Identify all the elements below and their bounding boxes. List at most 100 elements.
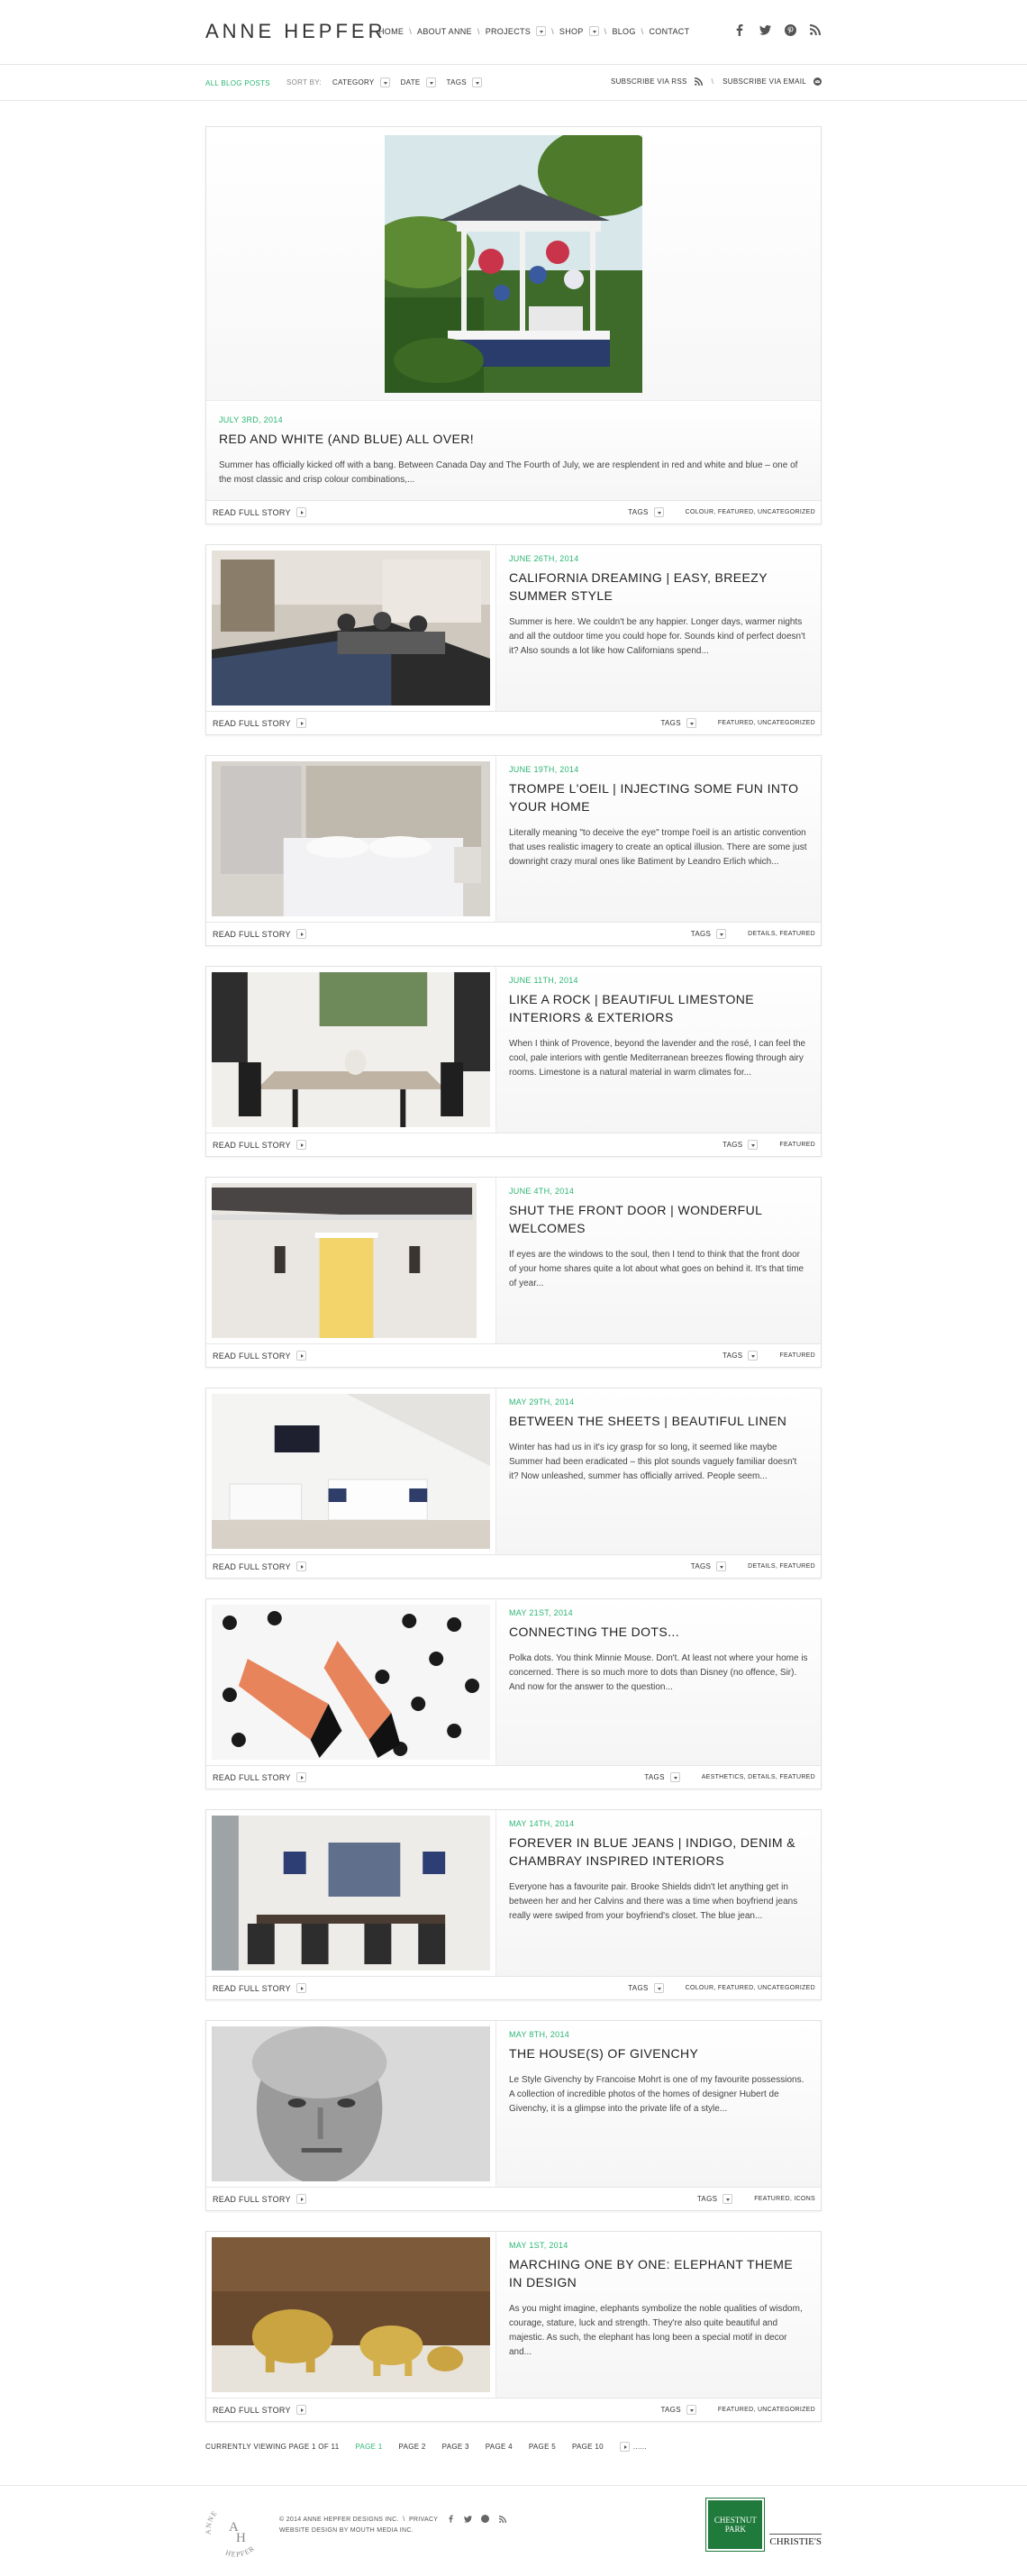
- post-title[interactable]: FOREVER IN BLUE JEANS | INDIGO, DENIM & …: [509, 1834, 808, 1870]
- nav-contact[interactable]: CONTACT: [649, 27, 689, 36]
- chevron-down-icon[interactable]: [425, 77, 436, 87]
- post-thumbnail[interactable]: [206, 1178, 496, 1343]
- tags-toggle[interactable]: TAGS: [723, 1140, 759, 1150]
- sort-tags[interactable]: TAGS: [447, 77, 482, 87]
- sort-date[interactable]: DATE: [401, 77, 436, 87]
- tags-toggle[interactable]: TAGS: [644, 1772, 680, 1782]
- post-title[interactable]: RED AND WHITE (AND BLUE) ALL OVER!: [219, 430, 808, 448]
- read-full-story-link[interactable]: READ FULL STORY: [213, 2405, 306, 2415]
- post-thumbnail[interactable]: [206, 1599, 496, 1765]
- sort-category[interactable]: CATEGORY: [332, 77, 390, 87]
- tags-label: TAGS: [690, 1562, 712, 1570]
- chevron-right-icon: [295, 1351, 306, 1361]
- read-full-story-link[interactable]: READ FULL STORY: [213, 1983, 306, 1993]
- read-full-story-link[interactable]: READ FULL STORY: [213, 1140, 306, 1150]
- chevron-right-icon: [295, 1140, 306, 1150]
- post-thumbnail[interactable]: [206, 2021, 496, 2187]
- post-categories[interactable]: AESTHETICS, DETAILS, FEATURED: [702, 1774, 815, 1780]
- post-title[interactable]: CALIFORNIA DREAMING | EASY, BREEZY SUMME…: [509, 569, 808, 605]
- pinterest-icon[interactable]: [481, 2515, 489, 2523]
- facebook-icon[interactable]: [733, 23, 746, 36]
- twitter-icon[interactable]: [759, 23, 771, 36]
- tags-toggle[interactable]: TAGS: [697, 2194, 733, 2204]
- chevron-down-icon[interactable]: [588, 26, 599, 36]
- post-categories[interactable]: FEATURED, UNCATEGORIZED: [718, 2407, 815, 2413]
- post-categories[interactable]: FEATURED, ICONS: [754, 2196, 815, 2202]
- gazebo-image[interactable]: [385, 134, 642, 393]
- post-meta: TAGS DETAILS, FEATURED: [691, 929, 815, 939]
- post-categories[interactable]: FEATURED: [779, 1352, 815, 1359]
- tags-toggle[interactable]: TAGS: [628, 507, 664, 517]
- post-categories[interactable]: FEATURED: [779, 1142, 815, 1148]
- post-thumbnail[interactable]: [206, 1388, 496, 1554]
- post-thumbnail[interactable]: [206, 1810, 496, 1976]
- read-full-story-link[interactable]: READ FULL STORY: [213, 1772, 306, 1782]
- chevron-down-icon[interactable]: [379, 77, 390, 87]
- subscribe-rss-link[interactable]: SUBSCRIBE VIA RSS: [611, 77, 703, 86]
- facebook-icon[interactable]: [447, 2515, 455, 2523]
- post-thumbnail[interactable]: [206, 545, 496, 711]
- post-title[interactable]: TROMPE L'OEIL | INJECTING SOME FUN INTO …: [509, 779, 808, 815]
- all-blog-posts-link[interactable]: ALL BLOG POSTS: [205, 79, 270, 87]
- tags-toggle[interactable]: TAGS: [660, 718, 696, 728]
- nav-blog[interactable]: BLOG: [612, 27, 635, 36]
- bedroom-image: [212, 761, 490, 916]
- christies-logo[interactable]: CHRISTIE'S: [769, 2534, 822, 2547]
- nav-about-anne[interactable]: ABOUT ANNE: [417, 27, 472, 36]
- pinterest-icon[interactable]: [784, 23, 796, 36]
- post-categories[interactable]: DETAILS, FEATURED: [748, 931, 815, 937]
- post-thumbnail[interactable]: [206, 967, 496, 1133]
- footer-logo[interactable]: ANNE A H HEPFER: [204, 2491, 267, 2562]
- tags-toggle[interactable]: TAGS: [723, 1351, 759, 1361]
- post-title[interactable]: SHUT THE FRONT DOOR | WONDERFUL WELCOMES: [509, 1201, 808, 1237]
- page-link[interactable]: PAGE 1: [355, 2443, 382, 2451]
- privacy-link[interactable]: PRIVACY: [409, 2517, 438, 2523]
- post-title[interactable]: LIKE A ROCK | BEAUTIFUL LIMESTONE INTERI…: [509, 990, 808, 1026]
- chevron-down-icon[interactable]: [471, 77, 482, 87]
- nav-projects[interactable]: PROJECTS: [486, 26, 547, 36]
- nav-shop[interactable]: SHOP: [559, 26, 599, 36]
- post-categories[interactable]: FEATURED, UNCATEGORIZED: [718, 720, 815, 726]
- read-full-story-link[interactable]: READ FULL STORY: [213, 1561, 306, 1571]
- tags-toggle[interactable]: TAGS: [660, 2405, 696, 2415]
- rss-icon[interactable]: [809, 23, 822, 36]
- post-image-container: [206, 127, 821, 401]
- post-categories[interactable]: COLOUR, FEATURED, UNCATEGORIZED: [686, 509, 815, 515]
- read-full-story-link[interactable]: READ FULL STORY: [213, 1351, 306, 1361]
- tags-toggle[interactable]: TAGS: [691, 929, 727, 939]
- read-more-label: READ FULL STORY: [213, 2405, 291, 2415]
- site-logo[interactable]: ANNE HEPFER: [205, 20, 386, 43]
- post-title[interactable]: BETWEEN THE SHEETS | BEAUTIFUL LINEN: [509, 1412, 808, 1430]
- chestnut-park-line2: PARK: [724, 2525, 746, 2534]
- post-footer: READ FULL STORY TAGS FEATURED, UNCATEGOR…: [206, 2398, 821, 2421]
- twitter-icon[interactable]: [464, 2515, 472, 2523]
- post-categories[interactable]: DETAILS, FEATURED: [748, 1563, 815, 1570]
- chestnut-park-logo[interactable]: CHESTNUT PARK: [705, 2498, 766, 2552]
- post-thumbnail[interactable]: [206, 756, 496, 922]
- read-full-story-link[interactable]: READ FULL STORY: [213, 929, 306, 939]
- page-link[interactable]: PAGE 3: [442, 2443, 469, 2451]
- read-full-story-link[interactable]: READ FULL STORY: [213, 718, 306, 728]
- post-title[interactable]: MARCHING ONE BY ONE: ELEPHANT THEME IN D…: [509, 2255, 808, 2291]
- subscribe-email-link[interactable]: SUBSCRIBE VIA EMAIL: [723, 77, 822, 86]
- nav-home[interactable]: HOME: [378, 27, 404, 36]
- footer-text: © 2014 ANNE HEPFER DESIGNS INC. \ PRIVAC…: [279, 2515, 438, 2536]
- page-link[interactable]: PAGE 4: [486, 2443, 513, 2451]
- post-meta: TAGS FEATURED, ICONS: [697, 2194, 815, 2204]
- page-link[interactable]: PAGE 5: [529, 2443, 556, 2451]
- read-full-story-link[interactable]: READ FULL STORY: [213, 507, 306, 517]
- design-credit[interactable]: WEBSITE DESIGN BY MOUTH MEDIA INC.: [279, 2526, 438, 2536]
- page-link[interactable]: PAGE 10: [572, 2443, 604, 2451]
- next-pages-button[interactable]: ......: [619, 2442, 647, 2452]
- chevron-down-icon[interactable]: [536, 26, 547, 36]
- read-more-label: READ FULL STORY: [213, 718, 291, 728]
- post-title[interactable]: CONNECTING THE DOTS...: [509, 1623, 808, 1641]
- page-link[interactable]: PAGE 2: [399, 2443, 426, 2451]
- post-categories[interactable]: COLOUR, FEATURED, UNCATEGORIZED: [686, 1985, 815, 1991]
- read-full-story-link[interactable]: READ FULL STORY: [213, 2194, 306, 2204]
- rss-icon[interactable]: [498, 2515, 506, 2523]
- post-thumbnail[interactable]: [206, 2232, 496, 2398]
- tags-toggle[interactable]: TAGS: [690, 1561, 727, 1571]
- post-title[interactable]: THE HOUSE(S) OF GIVENCHY: [509, 2044, 808, 2062]
- tags-toggle[interactable]: TAGS: [628, 1983, 664, 1993]
